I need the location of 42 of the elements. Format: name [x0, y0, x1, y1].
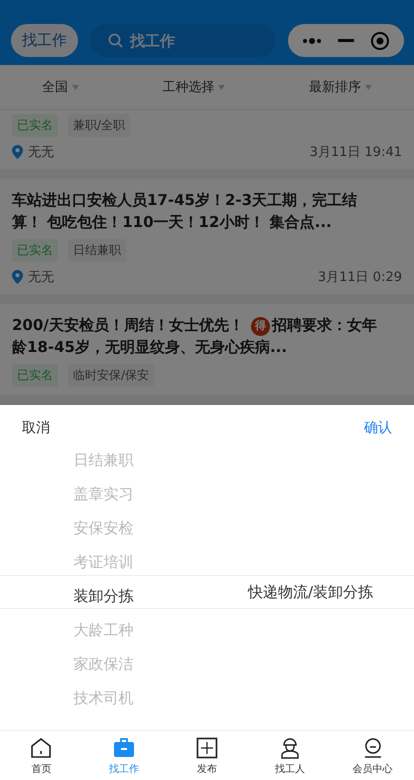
job-title: 车站进出口安检人员17-45岁！2-3天工期，完工结算！ 包吃包住！110一天！12小时！ 集合点... — [12, 190, 358, 233]
minimize-icon[interactable] — [338, 38, 354, 42]
filter-dropdown[interactable]: 全国 — [36, 77, 85, 97]
house-icon — [30, 737, 52, 759]
filter-dropdown[interactable]: 最新排序 — [303, 77, 378, 97]
tab-item[interactable]: 找工作 — [82, 731, 166, 780]
tab-item[interactable]: 找工人 — [248, 731, 332, 780]
cancel-button[interactable]: 取消 — [22, 417, 50, 439]
search-icon — [108, 33, 123, 48]
close-icon[interactable] — [370, 30, 390, 50]
caret-icon — [72, 84, 79, 90]
job-card[interactable]: 车站进出口安检人员17-45岁！2-3天工期，完工结算！ 包吃包住！110一天！12小时！ 集合点... 已实名 日结兼职 无无 3月11日 0:29 — [0, 179, 414, 294]
filter-dropdown[interactable]: 工种选择 — [156, 77, 232, 97]
post-time: 3月11日 19:41 — [310, 144, 402, 161]
job-title: 200/天安检员！周结！女士优先！ 得 招聘要求：女年龄18-45岁，无明显纹身、无身心疾病... — [12, 315, 378, 358]
worker-icon — [278, 737, 301, 759]
caret-icon — [218, 84, 226, 90]
job-type-tag: 临时安保/保安 — [68, 364, 154, 387]
verified-tag: 已实名 — [12, 114, 58, 137]
tab-item[interactable]: 会员中心 — [331, 731, 414, 780]
confirm-button[interactable]: 确认 — [364, 417, 392, 439]
location-text: 无无 — [28, 144, 54, 161]
location-pin-icon — [12, 145, 23, 159]
picker-option[interactable]: 装卸分拣 — [74, 579, 134, 613]
verified-tag: 已实名 — [12, 364, 58, 387]
tab-item[interactable]: 发布 — [166, 731, 248, 780]
location-pin-icon — [12, 270, 23, 284]
picker-option[interactable]: 快递物流/装卸分拣 — [248, 575, 374, 609]
verified-tag: 已实名 — [12, 239, 58, 262]
post-time: 3月11日 0:29 — [318, 269, 402, 286]
more-icon[interactable] — [302, 38, 322, 44]
job-type-tag: 日结兼职 — [68, 239, 126, 262]
caret-icon — [365, 84, 372, 90]
job-card[interactable]: 已实名 兼职/全职 无无 3月11日 19:41 — [0, 110, 414, 169]
briefcase-icon — [113, 737, 136, 759]
plus-square-icon — [196, 737, 218, 759]
page-title-chip[interactable]: 找工作 — [11, 24, 78, 57]
job-card[interactable]: 200/天安检员！周结！女士优先！ 得 招聘要求：女年龄18-45岁，无明显纹身、无身心疾病... 已实名 临时安保/保安 — [0, 304, 414, 395]
location-text: 无无 — [28, 269, 54, 286]
job-type-tag: 兼职/全职 — [68, 114, 130, 137]
dim-overlay[interactable] — [0, 0, 414, 405]
tab-item[interactable]: 首页 — [0, 731, 83, 780]
